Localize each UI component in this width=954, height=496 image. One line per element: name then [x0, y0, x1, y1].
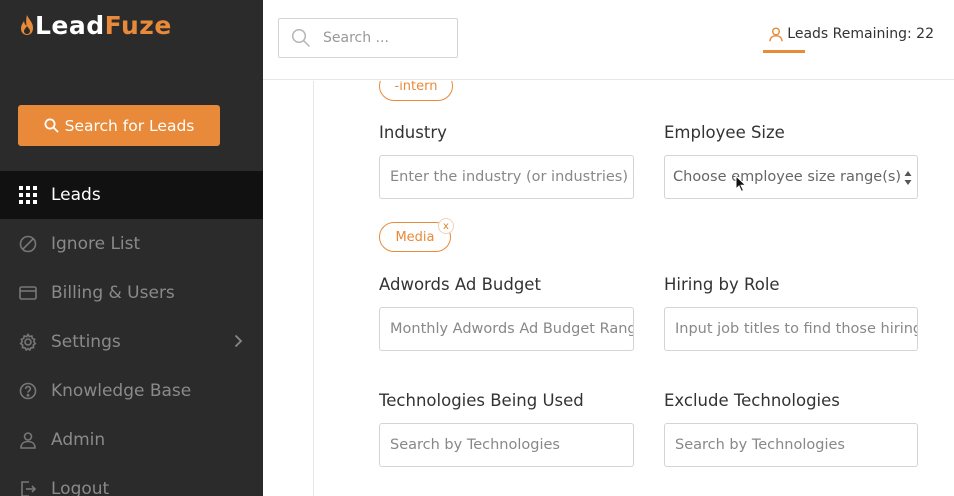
employee-size-placeholder: Choose employee size range(s) — [673, 169, 902, 185]
mouse-cursor-icon — [735, 175, 747, 193]
sidebar-item-label: Leads — [51, 185, 101, 205]
exclude-technologies-label: Exclude Technologies — [664, 391, 840, 410]
sidebar-item-admin[interactable]: Admin — [0, 416, 263, 464]
adwords-budget-placeholder: Monthly Adwords Ad Budget Rang — [390, 321, 634, 337]
logo-lead-text: Lead — [35, 10, 105, 40]
media-tag-remove-button[interactable]: x — [438, 218, 454, 234]
user-icon — [769, 27, 783, 41]
technologies-used-placeholder: Search by Technologies — [390, 437, 560, 453]
top-bar: Search ... Leads Remaining: 22 — [263, 0, 954, 80]
sidebar-item-label: Ignore List — [51, 234, 141, 254]
sidebar-item-leads[interactable]: Leads — [0, 171, 263, 219]
sidebar-item-label: Settings — [51, 332, 121, 352]
sidebar-item-label: Billing & Users — [51, 283, 175, 303]
employee-size-select[interactable]: Choose employee size range(s) — [664, 155, 918, 199]
user-icon — [18, 430, 38, 450]
sidebar-item-logout[interactable]: Logout — [0, 465, 263, 496]
question-circle-icon — [18, 381, 38, 401]
sidebar-item-billing-users[interactable]: Billing & Users — [0, 269, 263, 317]
exclude-technologies-input[interactable]: Search by Technologies — [664, 423, 918, 467]
search-for-leads-button[interactable]: Search for Leads — [18, 105, 220, 146]
grid-icon — [18, 185, 38, 205]
hiring-by-role-input[interactable]: Input job titles to find those hiring — [664, 307, 918, 351]
industry-label: Industry — [379, 123, 447, 142]
exclude-technologies-placeholder: Search by Technologies — [675, 437, 845, 453]
main-content: -intern Industry Enter the industry (or … — [263, 81, 954, 496]
industry-placeholder: Enter the industry (or industries) fo — [390, 169, 634, 185]
sidebar-item-label: Knowledge Base — [51, 381, 192, 401]
close-icon: x — [443, 220, 449, 232]
intern-tag[interactable]: -intern — [379, 81, 453, 101]
block-icon — [18, 234, 38, 254]
sidebar-item-settings[interactable]: Settings — [0, 318, 263, 366]
content-divider — [313, 81, 314, 496]
adwords-budget-label: Adwords Ad Budget — [379, 275, 541, 294]
sidebar-item-label: Admin — [51, 430, 106, 450]
employee-size-label: Employee Size — [664, 123, 785, 142]
logout-icon — [18, 479, 38, 496]
logo-fuze-text: Fuze — [104, 10, 172, 40]
intern-tag-label: -intern — [394, 81, 438, 94]
leads-remaining-indicator[interactable]: Leads Remaining: 22 — [769, 26, 934, 42]
technologies-used-label: Technologies Being Used — [379, 391, 584, 410]
hiring-by-role-placeholder: Input job titles to find those hiring — [675, 321, 918, 337]
leads-remaining-text: Leads Remaining: 22 — [787, 26, 934, 42]
sidebar-item-knowledge-base[interactable]: Knowledge Base — [0, 367, 263, 415]
leadfuze-logo[interactable]: Lead Fuze — [20, 8, 172, 42]
search-input[interactable]: Search ... — [278, 18, 458, 58]
gear-icon — [18, 332, 38, 352]
search-icon — [44, 118, 59, 133]
search-icon — [291, 28, 310, 47]
chevron-right-icon — [234, 334, 243, 348]
adwords-budget-input[interactable]: Monthly Adwords Ad Budget Rang — [379, 307, 634, 351]
search-placeholder: Search ... — [323, 30, 389, 46]
search-for-leads-label: Search for Leads — [64, 116, 195, 135]
media-tag-label: Media — [395, 229, 435, 245]
sidebar: Lead Fuze Search for Leads Leads Ignore L… — [0, 0, 263, 496]
industry-input[interactable]: Enter the industry (or industries) fo — [379, 155, 634, 199]
select-arrows-icon — [904, 171, 912, 185]
hiring-by-role-label: Hiring by Role — [664, 275, 780, 294]
credit-card-icon — [18, 283, 38, 303]
leads-remaining-underline — [763, 50, 805, 53]
technologies-used-input[interactable]: Search by Technologies — [379, 423, 634, 467]
sidebar-item-label: Logout — [51, 479, 110, 496]
flame-icon — [21, 15, 33, 35]
sidebar-item-ignore-list[interactable]: Ignore List — [0, 220, 263, 268]
